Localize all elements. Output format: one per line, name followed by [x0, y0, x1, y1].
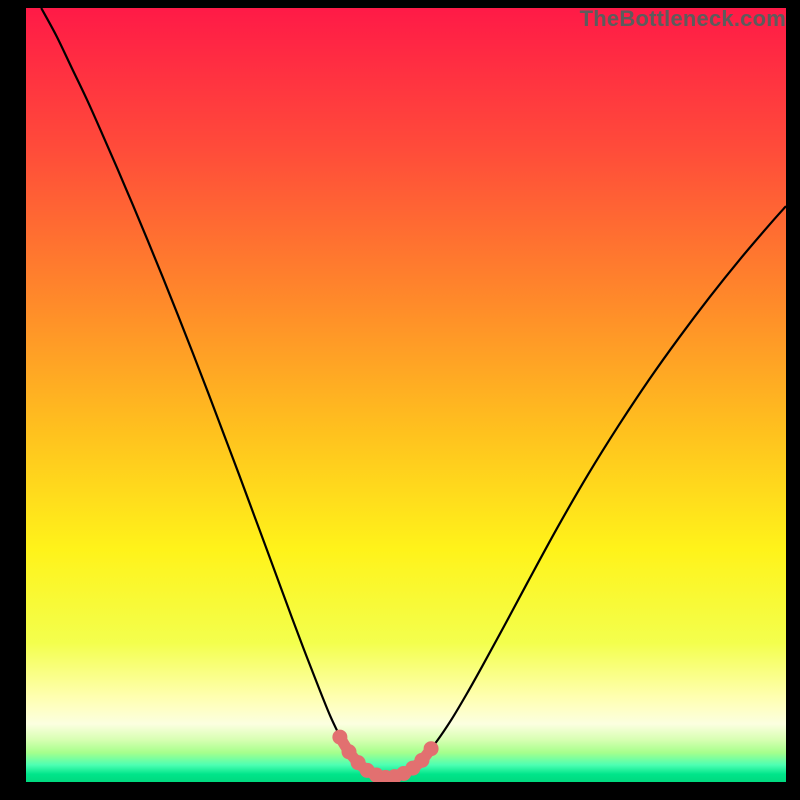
- chart-frame: TheBottleneck.com: [0, 0, 800, 800]
- valley-marker: [424, 741, 439, 756]
- bottleneck-chart: [26, 8, 786, 782]
- valley-marker: [332, 730, 347, 745]
- watermark-text: TheBottleneck.com: [580, 6, 786, 32]
- gradient-background: [26, 8, 786, 782]
